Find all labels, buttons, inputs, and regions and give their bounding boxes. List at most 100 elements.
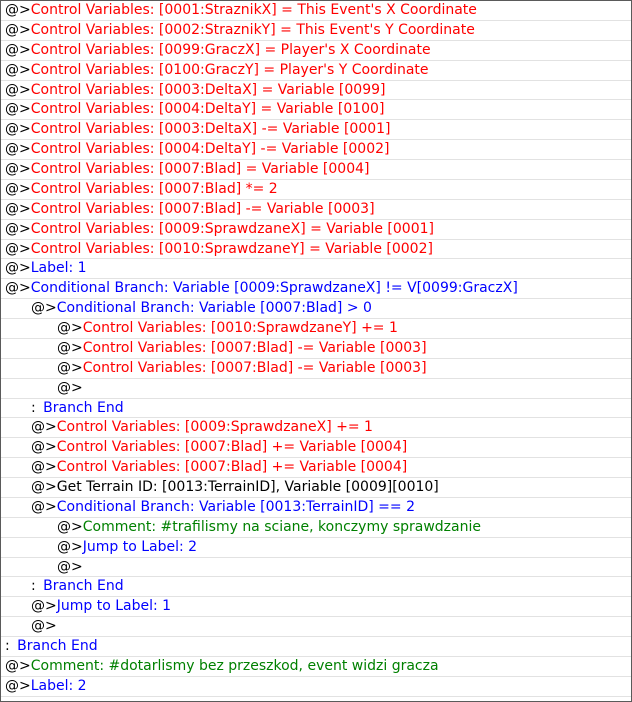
command-text: Control Variables: [0010:SprawdzaneY] = … xyxy=(30,240,433,257)
command-marker: @> xyxy=(57,518,83,535)
command-marker: @> xyxy=(5,220,31,237)
command-text: Control Variables: [0002:StraznikY] = Th… xyxy=(30,21,475,38)
command-marker: @> xyxy=(5,81,31,98)
command-marker: @> xyxy=(5,280,31,297)
command-row[interactable]: @>Control Variables: [0009:SprawdzaneX] … xyxy=(1,418,631,439)
command-text: Control Variables: [0100:GraczY] = Playe… xyxy=(30,61,429,78)
branch-end-marker: : xyxy=(31,399,41,416)
branch-end-marker: : xyxy=(5,638,15,654)
command-marker: @> xyxy=(5,657,31,674)
command-marker: @> xyxy=(31,498,57,515)
command-text: Control Variables: [0004:DeltaY] = Varia… xyxy=(30,101,385,118)
command-row[interactable]: : Branch End xyxy=(1,577,631,598)
command-row[interactable]: @>Control Variables: [0003:DeltaX] -= Va… xyxy=(1,120,631,141)
command-row[interactable]: @>Control Variables: [0002:StraznikY] = … xyxy=(1,21,631,41)
command-marker: @> xyxy=(5,2,31,18)
command-text: Label: 2 xyxy=(30,677,87,694)
command-text: Jump to Label: 2 xyxy=(82,538,198,555)
command-row[interactable]: @>Conditional Branch: Variable [0009:Spr… xyxy=(1,279,631,300)
command-text: Control Variables: [0007:Blad] -= Variab… xyxy=(30,200,375,217)
command-row[interactable]: @>Control Variables: [0100:GraczY] = Pla… xyxy=(1,61,631,81)
command-row[interactable]: @> xyxy=(1,379,631,399)
command-row[interactable]: @>Comment: #dotarlismy bez przeszkod, ev… xyxy=(1,657,631,677)
command-marker: @> xyxy=(5,141,31,158)
command-marker: @> xyxy=(57,538,83,555)
branch-end-label: Branch End xyxy=(17,638,98,654)
branch-end-label: Branch End xyxy=(43,399,124,416)
command-marker: @> xyxy=(31,479,57,495)
command-row[interactable]: @>Jump to Label: 2 xyxy=(1,538,631,558)
command-text: Control Variables: [0009:SprawdzaneX] = … xyxy=(30,220,434,237)
command-text: Control Variables: [0099:GraczX] = Playe… xyxy=(30,41,431,58)
command-marker: @> xyxy=(5,121,31,138)
command-row[interactable]: @>Get Terrain ID: [0013:TerrainID], Vari… xyxy=(1,478,631,498)
command-text: Control Variables: [0007:Blad] *= 2 xyxy=(30,180,278,197)
command-marker: @> xyxy=(31,439,57,456)
command-marker: @> xyxy=(57,320,83,336)
command-text: Control Variables: [0007:Blad] -= Variab… xyxy=(82,339,427,356)
command-text: Conditional Branch: Variable [0013:Terra… xyxy=(56,498,415,515)
command-marker: @> xyxy=(5,161,31,177)
branch-end-marker: : xyxy=(31,578,41,595)
command-row[interactable]: @>Control Variables: [0099:GraczX] = Pla… xyxy=(1,41,631,61)
command-row[interactable]: @>Conditional Branch: Variable [0007:Bla… xyxy=(1,299,631,319)
command-text: Control Variables: [0007:Blad] += Variab… xyxy=(56,439,408,456)
command-row[interactable]: @>Control Variables: [0007:Blad] -= Vari… xyxy=(1,339,631,359)
command-row[interactable]: @>Control Variables: [0007:Blad] += Vari… xyxy=(1,458,631,478)
command-text: Control Variables: [0007:Blad] = Variabl… xyxy=(30,161,370,177)
command-marker: @> xyxy=(57,359,83,376)
command-marker: @> xyxy=(31,598,57,615)
command-marker: @> xyxy=(31,419,57,436)
command-marker: @> xyxy=(5,677,31,694)
command-marker: @> xyxy=(5,260,31,277)
command-marker: @> xyxy=(5,180,31,197)
command-text: Control Variables: [0007:Blad] -= Variab… xyxy=(82,359,427,376)
branch-end-label: Branch End xyxy=(43,578,124,595)
command-text: Control Variables: [0007:Blad] += Variab… xyxy=(56,459,408,476)
command-marker: @> xyxy=(31,300,57,317)
command-marker: @> xyxy=(5,101,31,118)
command-marker: @> xyxy=(57,379,83,396)
command-row[interactable]: @>Label: 1 xyxy=(1,259,631,280)
command-row[interactable]: @>Jump to Label: 1 xyxy=(1,597,631,618)
command-marker: @> xyxy=(5,41,31,58)
command-text: Control Variables: [0004:DeltaY] -= Vari… xyxy=(30,141,390,158)
command-row[interactable]: : Branch End xyxy=(1,637,631,657)
command-row[interactable]: @>Control Variables: [0003:DeltaX] = Var… xyxy=(1,81,631,101)
command-row[interactable]: @>Control Variables: [0007:Blad] *= 2 xyxy=(1,180,631,200)
command-text: Control Variables: [0003:DeltaX] -= Vari… xyxy=(30,121,391,138)
command-row[interactable]: @>Control Variables: [0007:Blad] -= Vari… xyxy=(1,359,631,379)
command-row[interactable]: : Branch End xyxy=(1,399,631,419)
command-row[interactable]: @>Control Variables: [0004:DeltaY] = Var… xyxy=(1,100,631,121)
command-row[interactable]: @>Control Variables: [0010:SprawdzaneY] … xyxy=(1,240,631,260)
command-row[interactable]: @>Control Variables: [0009:SprawdzaneX] … xyxy=(1,220,631,240)
command-row[interactable]: @>Control Variables: [0007:Blad] += Vari… xyxy=(1,438,631,459)
command-marker: @> xyxy=(5,200,31,217)
command-text: Control Variables: [0010:SprawdzaneY] +=… xyxy=(82,320,398,336)
command-marker: @> xyxy=(57,339,83,356)
command-row[interactable]: @>Control Variables: [0007:Blad] -= Vari… xyxy=(1,200,631,220)
command-marker: @> xyxy=(5,61,31,78)
command-row[interactable]: @> xyxy=(1,617,631,637)
command-text: Jump to Label: 1 xyxy=(56,598,172,615)
command-text: Comment: #trafilismy na sciane, konczymy… xyxy=(82,518,481,535)
command-row[interactable]: @>Conditional Branch: Variable [0013:Ter… xyxy=(1,498,631,518)
command-marker: @> xyxy=(57,558,83,575)
command-row[interactable]: @>Label: 2 xyxy=(1,677,631,697)
command-text: Conditional Branch: Variable [0007:Blad]… xyxy=(56,300,372,317)
command-text: Control Variables: [0001:StraznikX] = Th… xyxy=(30,2,477,18)
command-row[interactable]: @>Comment: #trafilismy na sciane, konczy… xyxy=(1,518,631,538)
command-text: Label: 1 xyxy=(30,260,87,277)
command-row[interactable]: @>Control Variables: [0001:StraznikX] = … xyxy=(1,1,631,21)
command-row[interactable]: @> xyxy=(1,558,631,578)
command-row[interactable]: @>Control Variables: [0010:SprawdzaneY] … xyxy=(1,319,631,339)
command-text: Conditional Branch: Variable [0009:Spraw… xyxy=(30,280,518,297)
event-command-list[interactable]: @> Control Variables: [0001:StraznikX] = … xyxy=(0,0,632,702)
command-text: Get Terrain ID: [0013:TerrainID], Variab… xyxy=(56,479,439,495)
command-row[interactable]: @>Control Variables: [0007:Blad] = Varia… xyxy=(1,160,631,180)
command-row[interactable]: @>Control Variables: [0004:DeltaY] -= Va… xyxy=(1,140,631,160)
command-marker: @> xyxy=(31,618,57,635)
command-text: Comment: #dotarlismy bez przeszkod, even… xyxy=(30,657,439,674)
command-text: Control Variables: [0009:SprawdzaneX] +=… xyxy=(56,419,373,436)
command-marker: @> xyxy=(5,240,31,257)
